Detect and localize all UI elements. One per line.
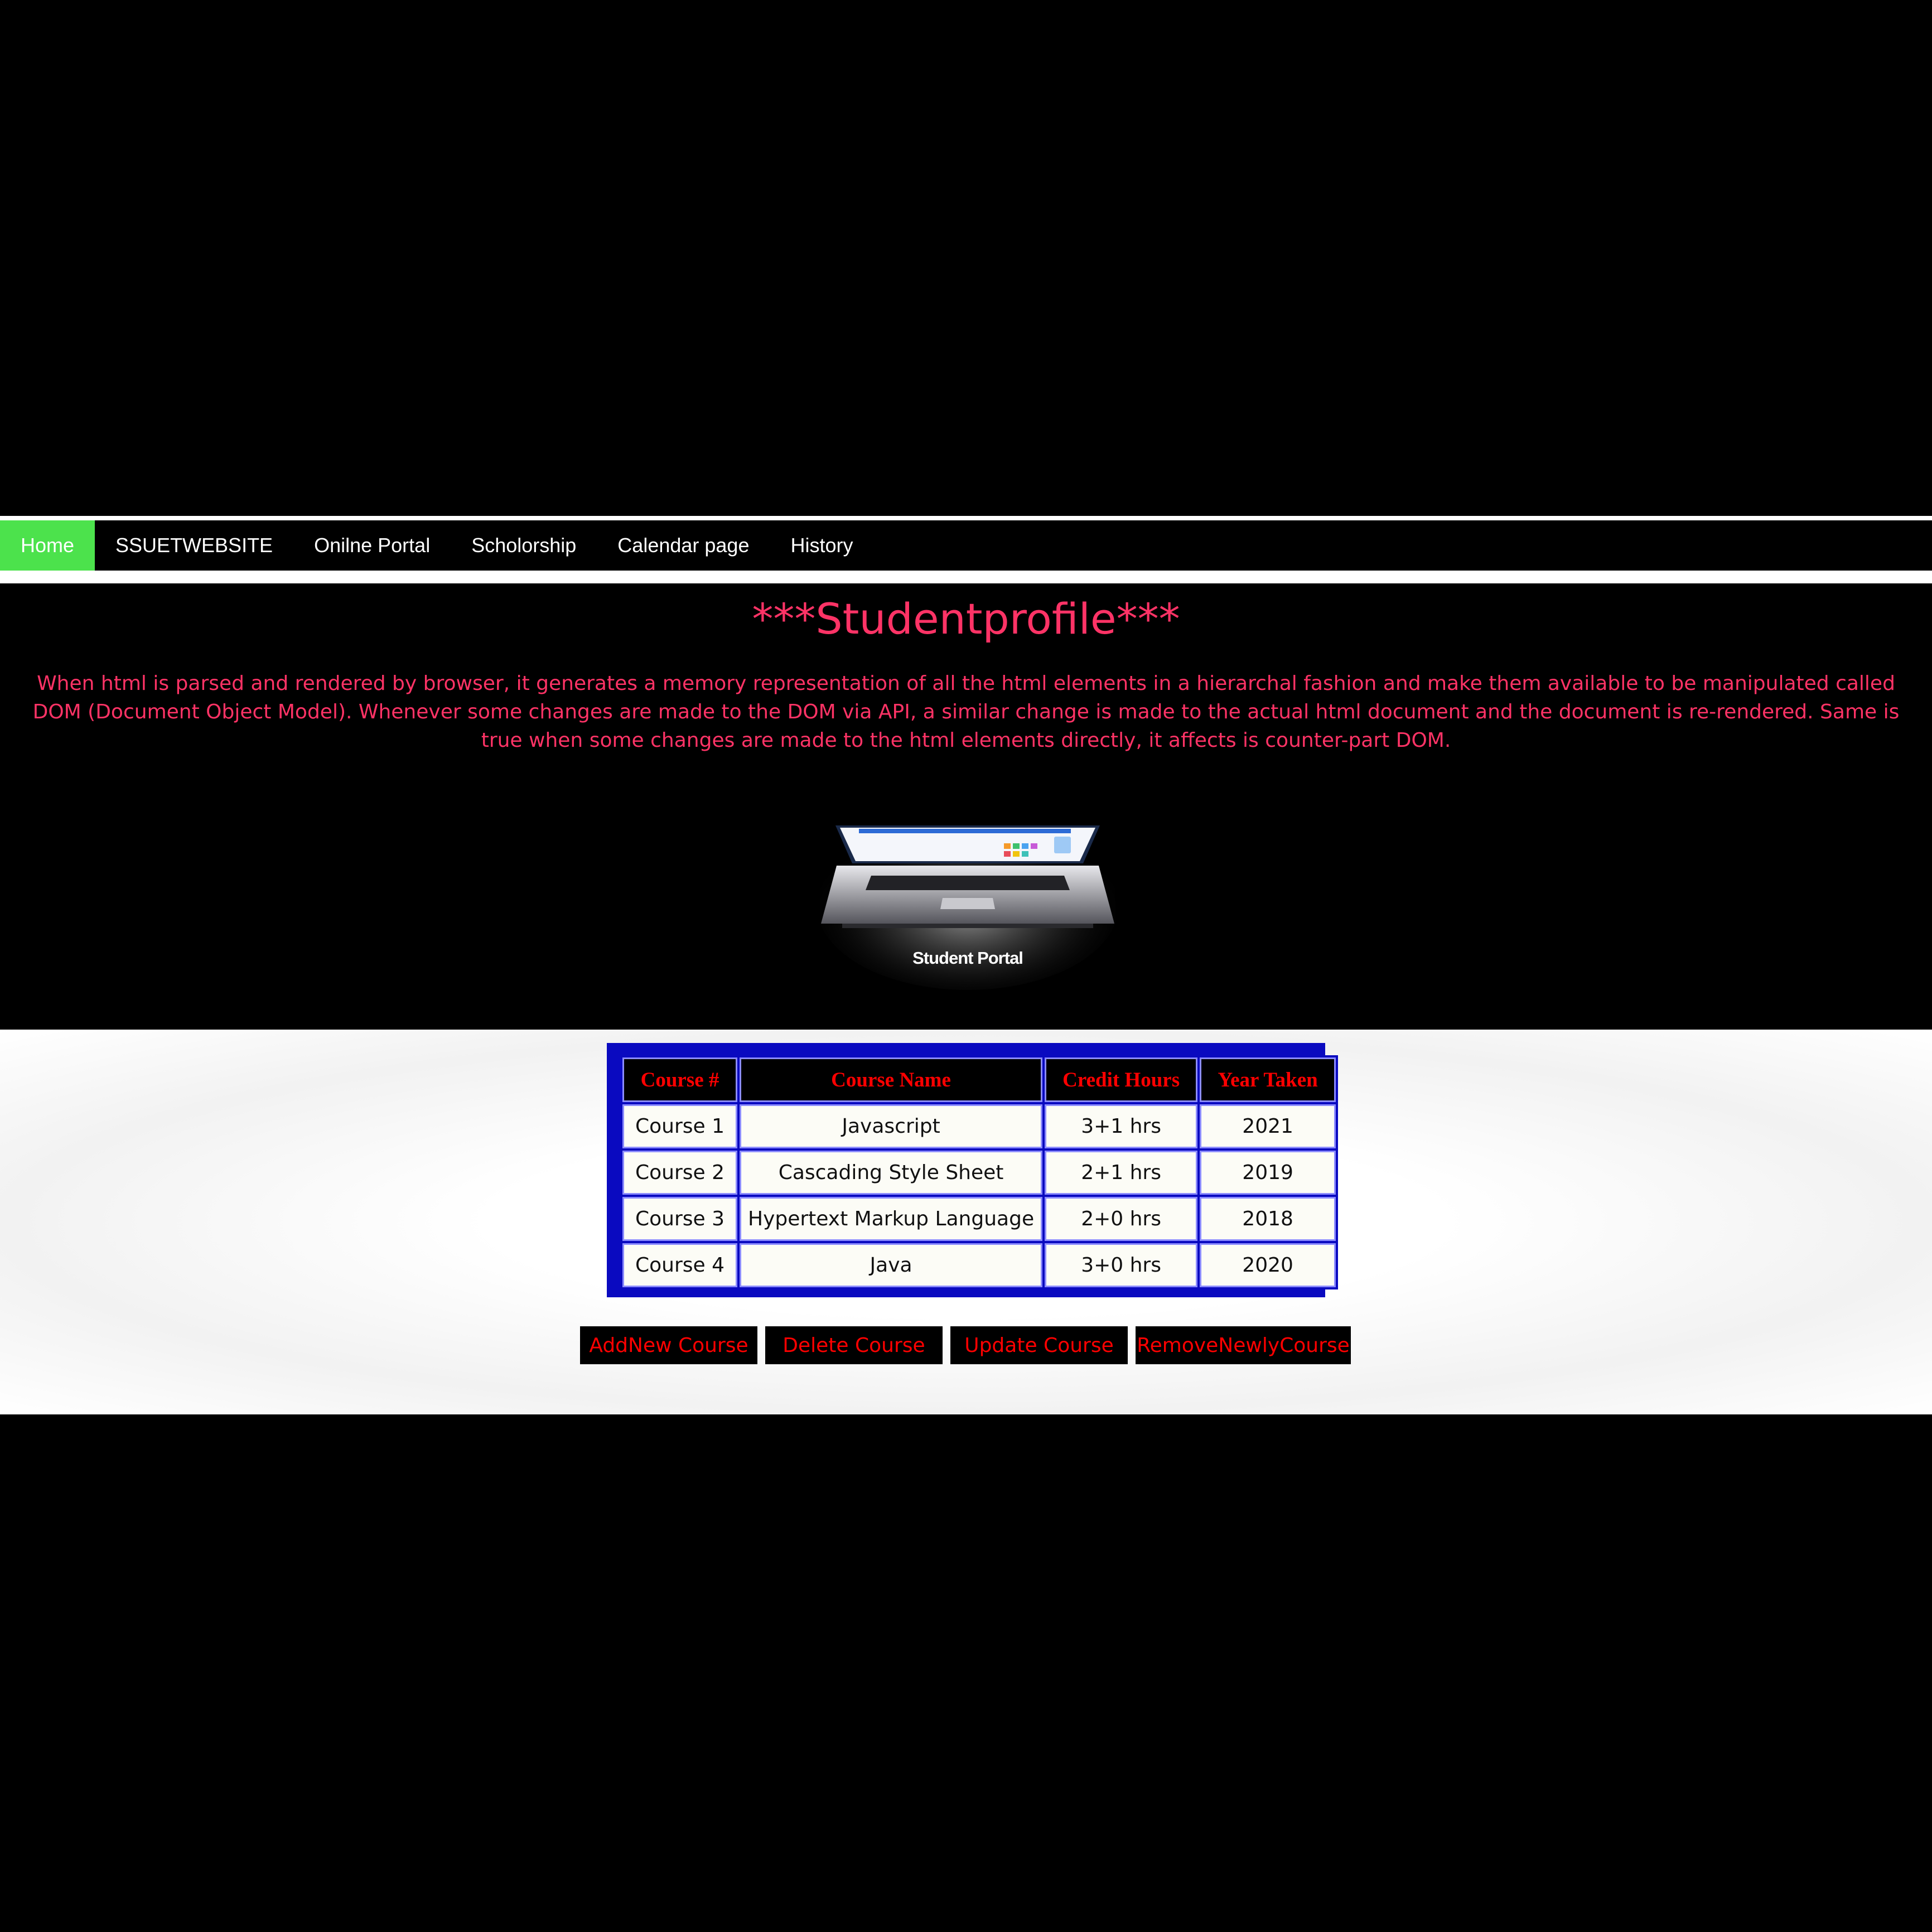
cell-credit-hours: 3+1 hrs (1045, 1104, 1198, 1148)
top-nav: Home SSUETWEBSITE Onilne Portal Scholors… (0, 520, 1932, 571)
cell-course-number: Course 4 (622, 1243, 737, 1287)
add-course-button[interactable]: AddNew Course (580, 1326, 757, 1364)
cell-year-taken: 2021 (1200, 1104, 1336, 1148)
table-row: Course 3 Hypertext Markup Language 2+0 h… (622, 1197, 1336, 1241)
cell-course-name: Hypertext Markup Language (740, 1197, 1043, 1241)
table-header-row: Course # Course Name Credit Hours Year T… (622, 1057, 1336, 1102)
action-buttons: AddNew Course Delete Course Update Cours… (580, 1326, 1351, 1364)
cell-course-name: Cascading Style Sheet (740, 1151, 1043, 1195)
table-row: Course 2 Cascading Style Sheet 2+1 hrs 2… (622, 1151, 1336, 1195)
remove-newly-course-button[interactable]: RemoveNewlyCourse (1136, 1326, 1351, 1364)
header-course-number: Course # (622, 1057, 737, 1102)
course-table: Course # Course Name Credit Hours Year T… (620, 1055, 1339, 1289)
cell-credit-hours: 2+0 hrs (1045, 1197, 1198, 1241)
nav-item-scholarship[interactable]: Scholorship (451, 520, 597, 571)
nav-item-online-portal[interactable]: Onilne Portal (293, 520, 451, 571)
laptop-caption: Student Portal (912, 948, 1023, 968)
cell-course-name: Javascript (740, 1104, 1043, 1148)
header-credit-hours: Credit Hours (1045, 1057, 1198, 1102)
cell-year-taken: 2018 (1200, 1197, 1336, 1241)
header-course-name: Course Name (740, 1057, 1043, 1102)
nav-item-ssuetwebsite[interactable]: SSUETWEBSITE (95, 520, 293, 571)
nav-item-calendar[interactable]: Calendar page (597, 520, 770, 571)
nav-item-history[interactable]: History (770, 520, 873, 571)
nav-item-home[interactable]: Home (0, 520, 95, 571)
page: Home SSUETWEBSITE Onilne Portal Scholors… (0, 0, 1932, 1932)
table-row: Course 1 Javascript 3+1 hrs 2021 (622, 1104, 1336, 1148)
cell-year-taken: 2019 (1200, 1151, 1336, 1195)
cell-year-taken: 2020 (1200, 1243, 1336, 1287)
nav-bottom-divider (0, 571, 1932, 583)
page-description: When html is parsed and rendered by brow… (32, 672, 1900, 752)
cell-course-number: Course 1 (622, 1104, 737, 1148)
cell-credit-hours: 3+0 hrs (1045, 1243, 1198, 1287)
cell-credit-hours: 2+1 hrs (1045, 1151, 1198, 1195)
update-course-button[interactable]: Update Course (950, 1326, 1128, 1364)
cell-course-number: Course 3 (622, 1197, 737, 1241)
cell-course-number: Course 2 (622, 1151, 737, 1195)
nav-top-divider (0, 516, 1932, 520)
cell-course-name: Java (740, 1243, 1043, 1287)
table-row: Course 4 Java 3+0 hrs 2020 (622, 1243, 1336, 1287)
delete-course-button[interactable]: Delete Course (765, 1326, 943, 1364)
header-year-taken: Year Taken (1200, 1057, 1336, 1102)
page-title: ***Studentprofile*** (752, 594, 1180, 644)
